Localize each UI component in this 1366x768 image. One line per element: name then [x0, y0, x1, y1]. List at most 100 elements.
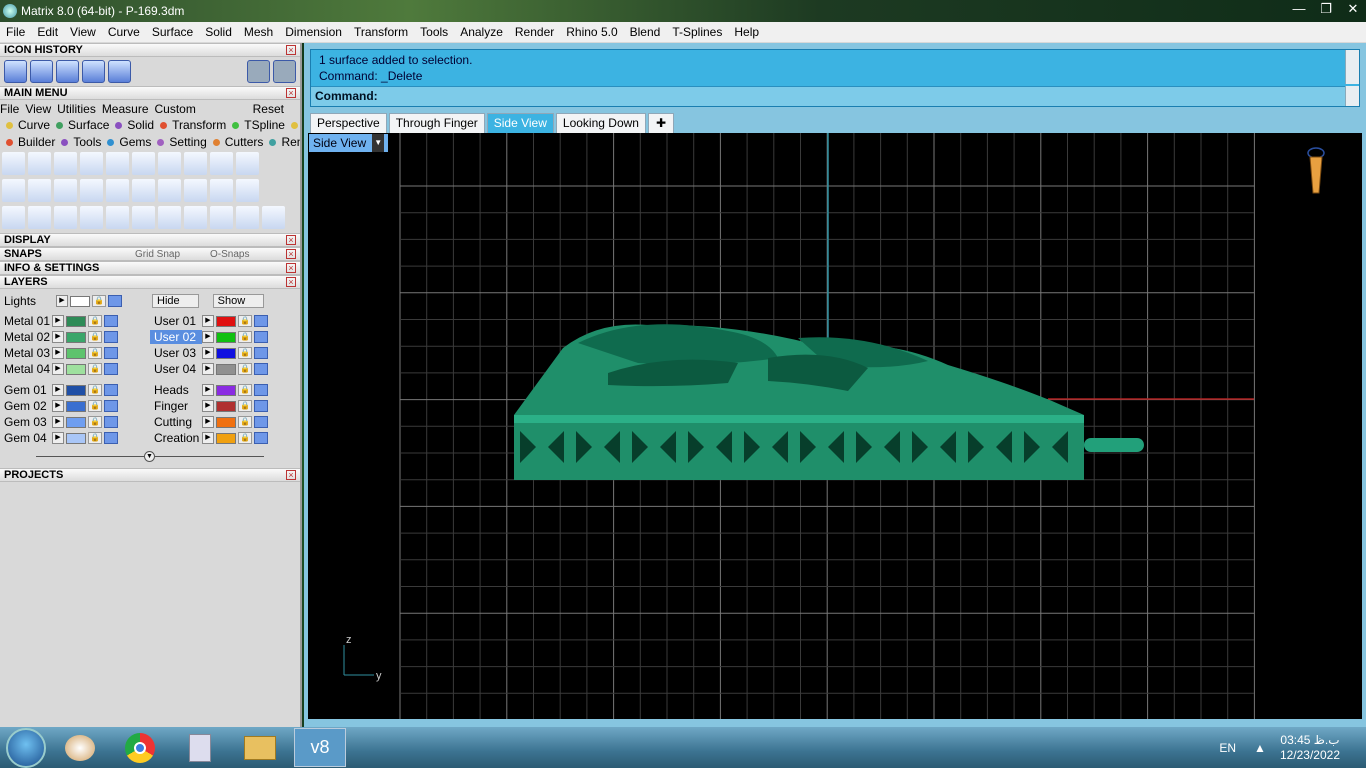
expand-arrow-icon[interactable]: ▶	[52, 347, 64, 359]
category-cutters[interactable]: Cutters	[210, 135, 263, 149]
category-gems[interactable]: Gems	[104, 135, 151, 149]
tray-arrow-icon[interactable]: ▲	[1254, 741, 1266, 755]
layers-resize-handle[interactable]: ▼	[0, 450, 300, 464]
layer-name[interactable]: User 03	[150, 346, 202, 360]
layer-color-swatch[interactable]	[216, 347, 236, 359]
main-menu-item[interactable]: Utilities	[57, 102, 96, 116]
visibility-toggle[interactable]	[104, 347, 118, 359]
visibility-toggle[interactable]	[108, 295, 122, 307]
layer-name[interactable]: Heads	[150, 383, 202, 397]
menu-render[interactable]: Render	[509, 25, 560, 39]
expand-arrow-icon[interactable]: ▶	[52, 363, 64, 375]
lock-icon[interactable]: 🔒	[88, 363, 102, 375]
layer-name[interactable]: Finger	[150, 399, 202, 413]
tool-icon[interactable]	[236, 206, 259, 229]
color-swatch[interactable]	[70, 295, 90, 307]
main-menu-item[interactable]: File	[0, 102, 19, 116]
history-tool-icon[interactable]	[108, 60, 131, 83]
tab-perspective[interactable]: Perspective	[310, 113, 387, 133]
clock[interactable]: 03:45 ب.ظ 12/23/2022	[1280, 733, 1340, 763]
language-indicator[interactable]: EN	[1219, 741, 1236, 755]
layer-color-swatch[interactable]	[66, 363, 86, 375]
layer-color-swatch[interactable]	[216, 331, 236, 343]
visibility-toggle[interactable]	[254, 315, 268, 327]
menu-tools[interactable]: Tools	[414, 25, 454, 39]
category-art[interactable]: Art	[288, 118, 300, 132]
layer-color-swatch[interactable]	[66, 400, 86, 412]
gumball-icon[interactable]	[1307, 147, 1325, 194]
tool-icon[interactable]	[158, 206, 181, 229]
explorer-app-icon[interactable]	[234, 728, 286, 767]
layer-name[interactable]: Metal 03	[0, 346, 52, 360]
tool-icon[interactable]	[184, 206, 207, 229]
menu-rhino-5-0[interactable]: Rhino 5.0	[560, 25, 623, 39]
tab-through-finger[interactable]: Through Finger	[388, 113, 485, 133]
lock-icon[interactable]: 🔒	[238, 400, 252, 412]
minimize-button[interactable]: —	[1286, 0, 1312, 18]
rotate-icon[interactable]	[132, 206, 155, 229]
maximize-button[interactable]: ❐	[1313, 0, 1339, 18]
expand-arrow-icon[interactable]: ▶	[56, 295, 68, 307]
shield-tool-icon[interactable]	[158, 152, 181, 175]
expand-arrow-icon[interactable]: ▶	[202, 331, 214, 343]
tool-icon[interactable]	[132, 152, 155, 175]
arrow-right-icon[interactable]	[273, 60, 296, 83]
projects-header[interactable]: PROJECTS ×	[0, 468, 300, 482]
lock-icon[interactable]: 🔒	[92, 295, 106, 307]
main-menu-item[interactable]: Measure	[102, 102, 149, 116]
calculator-app-icon[interactable]	[174, 728, 226, 767]
layer-name[interactable]: User 01	[150, 314, 202, 328]
tab-looking-down[interactable]: Looking Down	[555, 113, 646, 133]
chrome-app-icon[interactable]	[114, 728, 166, 767]
viewport-name-button[interactable]: Side View ▼	[309, 134, 389, 152]
command-input[interactable]: Command:	[311, 86, 1346, 106]
tool-icon[interactable]	[28, 152, 51, 175]
tool-icon[interactable]	[54, 206, 77, 229]
menu-dimension[interactable]: Dimension	[279, 25, 348, 39]
close-icon[interactable]: ×	[286, 88, 296, 98]
paint-app-icon[interactable]	[54, 728, 106, 767]
start-button[interactable]	[6, 727, 46, 768]
tool-icon[interactable]	[80, 152, 103, 175]
expand-arrow-icon[interactable]: ▶	[52, 315, 64, 327]
layer-name[interactable]: Metal 01	[0, 314, 52, 328]
visibility-toggle[interactable]	[254, 331, 268, 343]
plus-icon[interactable]	[2, 179, 25, 202]
lock-icon[interactable]: 🔒	[88, 400, 102, 412]
visibility-toggle[interactable]	[104, 315, 118, 327]
layer-name[interactable]: User 02	[150, 330, 202, 344]
hide-button[interactable]: Hide	[152, 294, 199, 308]
expand-arrow-icon[interactable]: ▶	[52, 432, 64, 444]
visibility-toggle[interactable]	[104, 400, 118, 412]
layer-color-swatch[interactable]	[216, 416, 236, 428]
visibility-toggle[interactable]	[254, 363, 268, 375]
tool-icon[interactable]	[236, 152, 259, 175]
tool-icon[interactable]	[106, 179, 129, 202]
category-solid[interactable]: Solid	[112, 118, 154, 132]
arc-icon[interactable]	[80, 179, 103, 202]
menu-curve[interactable]: Curve	[102, 25, 146, 39]
visibility-toggle[interactable]	[104, 416, 118, 428]
category-tools[interactable]: Tools	[58, 135, 101, 149]
main-menu-item[interactable]: View	[25, 102, 51, 116]
menu-blend[interactable]: Blend	[624, 25, 667, 39]
visibility-toggle[interactable]	[254, 416, 268, 428]
lock-icon[interactable]: 🔒	[238, 363, 252, 375]
grid-icon[interactable]	[210, 179, 233, 202]
expand-arrow-icon[interactable]: ▶	[202, 416, 214, 428]
history-tool-icon[interactable]	[4, 60, 27, 83]
menu-help[interactable]: Help	[728, 25, 765, 39]
expand-arrow-icon[interactable]: ▶	[52, 331, 64, 343]
show-button[interactable]: Show	[212, 294, 265, 308]
visibility-toggle[interactable]	[254, 347, 268, 359]
layer-name[interactable]: Cutting	[150, 415, 202, 429]
side-view-viewport[interactable]: z y Side View ▼	[308, 133, 1362, 719]
menu-surface[interactable]: Surface	[146, 25, 199, 39]
layer-color-swatch[interactable]	[216, 315, 236, 327]
tab-side-view[interactable]: Side View	[486, 113, 554, 133]
tool-icon[interactable]	[158, 179, 181, 202]
visibility-toggle[interactable]	[254, 432, 268, 444]
layer-name[interactable]: User 04	[150, 362, 202, 376]
visibility-toggle[interactable]	[104, 432, 118, 444]
category-setting[interactable]: Setting	[154, 135, 207, 149]
